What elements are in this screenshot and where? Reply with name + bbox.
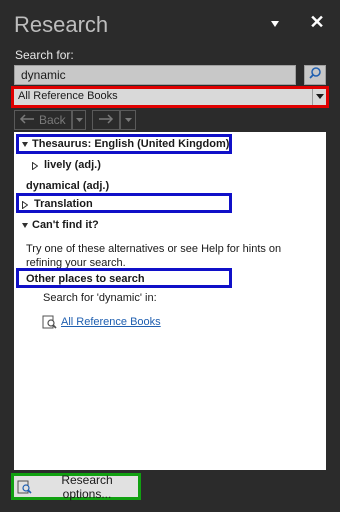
back-button[interactable]: Back: [14, 110, 72, 130]
dropdown-arrow-icon[interactable]: [312, 89, 326, 105]
all-reference-books-link-row[interactable]: All Reference Books: [42, 314, 161, 330]
back-label: Back: [39, 113, 66, 127]
pin-icon[interactable]: [268, 17, 282, 31]
forward-button[interactable]: [92, 110, 120, 130]
translation-section[interactable]: Translation: [22, 198, 93, 210]
chevron-down-icon: [124, 117, 132, 122]
book-search-icon: [42, 314, 58, 330]
book-search-icon: [17, 479, 33, 495]
synonym-lively[interactable]: lively (adj.): [32, 159, 101, 171]
research-options-label: Research options...: [61, 472, 113, 501]
reference-source-select[interactable]: All Reference Books: [11, 86, 329, 108]
search-label: Search for:: [15, 48, 74, 62]
cant-find-header[interactable]: Can't find it?: [22, 219, 99, 231]
reference-source-value: All Reference Books: [18, 90, 118, 102]
collapse-triangle-icon: [22, 141, 28, 147]
close-icon[interactable]: ✕: [308, 12, 326, 32]
forward-history-dropdown[interactable]: [120, 110, 136, 130]
translation-label: Translation: [34, 198, 93, 210]
back-history-dropdown[interactable]: [72, 110, 86, 130]
expand-triangle-icon: [32, 161, 39, 171]
chevron-down-icon: [75, 117, 83, 122]
forward-arrow-icon: [98, 113, 114, 127]
thesaurus-header[interactable]: Thesaurus: English (United Kingdom): [22, 138, 229, 150]
pane-title: Research: [14, 12, 109, 37]
back-arrow-icon: [19, 113, 35, 127]
cant-find-label: Can't find it?: [32, 219, 99, 231]
other-places-header: Other places to search: [26, 273, 145, 285]
hint-text: Try one of these alternatives or see Hel…: [26, 243, 282, 269]
search-input[interactable]: [14, 65, 296, 85]
all-reference-books-link[interactable]: All Reference Books: [61, 316, 161, 328]
synonym-lively-label: lively (adj.): [44, 159, 101, 171]
thesaurus-header-label: Thesaurus: English (United Kingdom): [32, 138, 230, 150]
expand-triangle-icon: [22, 200, 29, 210]
research-options-button[interactable]: Research options...: [14, 473, 138, 501]
search-button[interactable]: [304, 65, 326, 85]
collapse-triangle-icon: [22, 222, 28, 228]
search-icon: [308, 66, 322, 85]
results-panel: Thesaurus: English (United Kingdom) live…: [14, 132, 326, 470]
search-for-in-text: Search for 'dynamic' in:: [43, 292, 157, 304]
highlight-research-options: Research options...: [11, 473, 141, 501]
synonym-dynamical[interactable]: dynamical (adj.): [26, 180, 109, 192]
